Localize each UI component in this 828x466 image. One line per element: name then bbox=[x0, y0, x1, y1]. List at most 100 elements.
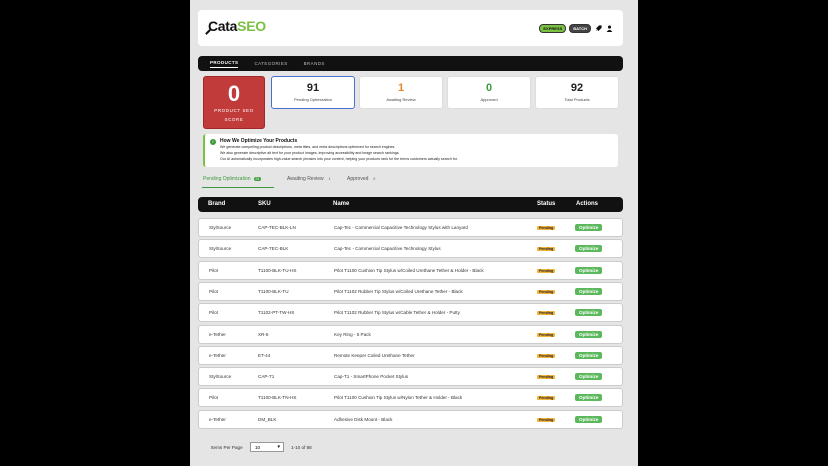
tab-brands[interactable]: BRANDS bbox=[304, 61, 325, 66]
main-nav: PRODUCTS CATEGORIES BRANDS bbox=[198, 56, 623, 71]
cell-brand: e-Tether bbox=[209, 331, 226, 337]
table-row[interactable]: StylSource CAP-TEC-BLK-LN Cap-Tec - Commer… bbox=[198, 218, 623, 237]
table-row[interactable]: e-Tether ET-44 Remote Keeper Coiled Uretha… bbox=[198, 345, 623, 365]
table-row[interactable]: Pilot T1102-PT-TW-HS Pilot T1102 Rubber Ti… bbox=[198, 303, 623, 323]
table-header: Brand SKU Name Status Actions bbox=[198, 197, 623, 212]
stat-label: Pending Optimization bbox=[293, 97, 333, 102]
optimize-button[interactable]: Optimize bbox=[575, 245, 603, 253]
status-badge: Pending bbox=[537, 417, 556, 422]
optimize-button[interactable]: Optimize bbox=[575, 373, 603, 381]
rocket-icon[interactable] bbox=[594, 25, 602, 33]
table-row[interactable]: e-Tether DM_BLK Adhesive Disk Mount - Blac… bbox=[198, 409, 623, 429]
optimize-button[interactable]: Optimize bbox=[575, 394, 603, 402]
info-line: We generate compelling product descripti… bbox=[220, 145, 396, 149]
catseo-logo[interactable]: CataSEO bbox=[205, 18, 266, 35]
cell-sku: CAP-TEC-BLK bbox=[258, 246, 289, 252]
tab-products[interactable]: PRODUCTS bbox=[210, 60, 238, 68]
cell-name: Pilot T1102 Rubber Tip Stylus w/Coiled U… bbox=[334, 288, 463, 294]
optimize-button[interactable]: Optimize bbox=[575, 415, 603, 423]
subtab-label: Awaiting Review bbox=[287, 176, 324, 182]
cell-name: Cap-Tec - Commercial Capacitive Technolo… bbox=[334, 246, 441, 252]
cell-brand: Pilot bbox=[209, 310, 218, 316]
col-actions: Actions bbox=[576, 201, 599, 207]
optimize-button[interactable]: Optimize bbox=[575, 224, 603, 231]
cell-sku: T1102-PT-TW-HS bbox=[258, 310, 295, 316]
seo-score-value: 0 bbox=[227, 81, 241, 106]
cell-name: Pilot T1100 Cushion Tip Stylus w/Nylon T… bbox=[334, 395, 463, 401]
user-icon[interactable] bbox=[605, 25, 613, 33]
pagination: Items Per Page 10 ▾ 1-10 of 88 bbox=[211, 442, 411, 454]
status-badge: Pending bbox=[537, 289, 556, 294]
table-row[interactable]: StylSource CAP-T1 Cap-T1 - SmartPhone Pock… bbox=[198, 367, 623, 387]
subtab-approved[interactable]: Approved 0 bbox=[347, 176, 377, 182]
stat-total-products[interactable]: 92 Total Products bbox=[535, 76, 619, 109]
optimize-button[interactable]: Optimize bbox=[575, 351, 603, 359]
status-badge: Pending bbox=[537, 226, 556, 230]
cell-brand: Pilot bbox=[209, 395, 218, 401]
cell-name: Cap-Tec - Commercial Capacitive Technolo… bbox=[334, 225, 468, 230]
cell-brand: StylSource bbox=[209, 374, 232, 380]
col-name[interactable]: Name bbox=[333, 201, 349, 207]
optimize-button[interactable]: Optimize bbox=[575, 309, 603, 317]
header-bar: CataSEO EXPRESS BATCH bbox=[198, 10, 623, 46]
optimize-button[interactable]: Optimize bbox=[575, 330, 603, 338]
stat-awaiting-review[interactable]: 1 Awaiting Review bbox=[359, 76, 443, 109]
app-window: CataSEO EXPRESS BATCH PRODUCTS CATEGORIE… bbox=[190, 0, 638, 466]
cell-sku: XR-5 bbox=[258, 331, 269, 337]
subtab-count: 1 bbox=[328, 177, 331, 181]
subtab-awaiting-review[interactable]: Awaiting Review 1 bbox=[287, 176, 333, 182]
logo-accent-text: SEO bbox=[237, 18, 266, 34]
seo-score-label-2: SCORE bbox=[224, 117, 244, 122]
cell-sku: CAP-T1 bbox=[258, 374, 275, 380]
cell-sku: T1100-BLK-TU bbox=[258, 288, 289, 294]
status-badge: Pending bbox=[537, 268, 556, 273]
product-seo-score-card: 0 PRODUCT SEO SCORE bbox=[203, 76, 265, 129]
seo-score-label-1: PRODUCT SEO bbox=[214, 108, 254, 113]
cell-sku: DM_BLK bbox=[258, 416, 277, 422]
info-title: How We Optimize Your Products bbox=[220, 138, 298, 144]
cell-name: Adhesive Disk Mount - Black bbox=[334, 416, 393, 422]
active-subtab-indicator bbox=[202, 187, 274, 188]
table-row[interactable]: Pilot T1100-BLK-TU-HS Pilot T1100 Cushion … bbox=[198, 260, 623, 280]
stat-approved[interactable]: 0 Approved bbox=[447, 76, 531, 109]
optimize-button[interactable]: Optimize bbox=[575, 287, 603, 295]
tab-categories[interactable]: CATEGORIES bbox=[254, 61, 287, 66]
table-row[interactable]: Pilot T1100-BLK-TU Pilot T1102 Rubber Tip … bbox=[198, 281, 623, 301]
cell-sku: ET-44 bbox=[258, 352, 271, 358]
batch-mode-button[interactable]: BATCH bbox=[569, 24, 591, 33]
cell-brand: Pilot bbox=[209, 267, 218, 273]
cell-name: Cap-T1 - SmartPhone Pocket Stylus bbox=[334, 374, 409, 380]
items-per-page-select[interactable]: 10 ▾ bbox=[250, 442, 284, 452]
optimize-button[interactable]: Optimize bbox=[575, 266, 603, 274]
subtab-count: 0 bbox=[373, 177, 376, 181]
cell-sku: CAP-TEC-BLK-LN bbox=[258, 225, 296, 230]
check-icon: ✓ bbox=[210, 139, 216, 145]
subtab-pending-optimization[interactable]: Pending Optimization 91 bbox=[203, 176, 262, 182]
table-row[interactable]: e-Tether XR-5 Key Ring - 5 Pack Pending Opti… bbox=[198, 324, 623, 344]
cell-name: Key Ring - 5 Pack bbox=[334, 331, 371, 337]
cell-name: Pilot T1102 Rubber Tip Stylus w/Cable Te… bbox=[334, 310, 460, 316]
stat-value: 91 bbox=[306, 82, 320, 94]
table-row[interactable]: StylSource CAP-TEC-BLK Cap-Tec - Commercia… bbox=[198, 239, 623, 259]
table-row[interactable]: Pilot T1100-BLK-TN-HS Pilot T1100 Cushion … bbox=[198, 388, 623, 408]
cell-name: Remote Keeper Coiled Urethane Tether bbox=[334, 352, 415, 358]
subtab-label: Approved bbox=[347, 176, 369, 182]
items-per-page-label: Items Per Page bbox=[211, 445, 243, 450]
stat-value: 0 bbox=[485, 82, 493, 94]
col-brand[interactable]: Brand bbox=[208, 201, 225, 207]
col-status[interactable]: Status bbox=[537, 201, 555, 207]
items-per-page-value: 10 bbox=[255, 445, 261, 450]
status-badge: Pending bbox=[537, 247, 556, 252]
stat-pending-optimization[interactable]: 91 Pending Optimization bbox=[271, 76, 355, 109]
subtab-count: 91 bbox=[253, 177, 262, 181]
stat-label: Awaiting Review bbox=[386, 97, 416, 102]
status-badge: Pending bbox=[537, 396, 556, 401]
express-mode-button[interactable]: EXPRESS bbox=[539, 24, 567, 33]
status-subtabs: Pending Optimization 91 Awaiting Review 1 … bbox=[202, 174, 618, 188]
col-sku[interactable]: SKU bbox=[258, 201, 271, 207]
cell-brand: Pilot bbox=[209, 288, 218, 294]
page-range: 1-10 of 88 bbox=[291, 445, 312, 450]
stat-value: 92 bbox=[570, 82, 584, 94]
info-line: Our AI automatically incorporates high-v… bbox=[220, 157, 458, 161]
cell-sku: T1100-BLK-TU-HS bbox=[258, 267, 297, 273]
